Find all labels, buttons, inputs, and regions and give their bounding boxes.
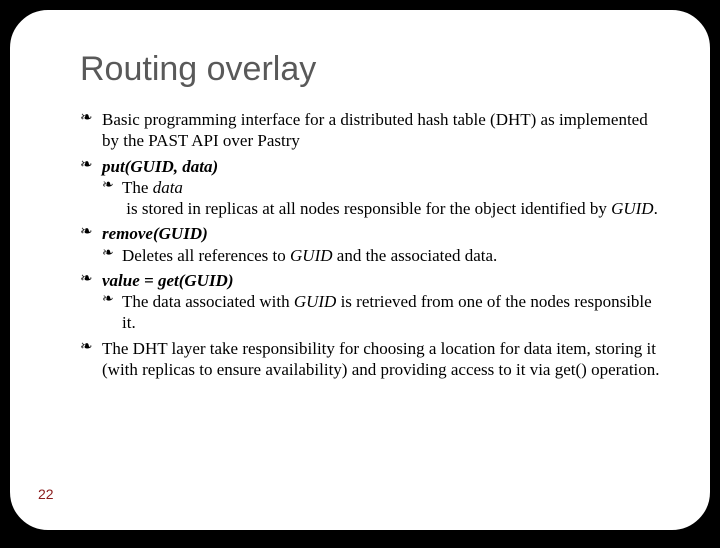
bullet-put: put(GUID, data) The data is stored in re… [80,156,660,220]
bullet-dht-layer: The DHT layer take responsibility for ch… [80,338,660,381]
text: and the associated data. [333,246,498,265]
text: The DHT layer take responsibility for ch… [102,339,660,379]
api-put: put(GUID, data) [102,157,218,176]
slide-body: Basic programming interface for a distri… [80,109,660,380]
slide-frame: Routing overlay Basic programming interf… [8,8,712,532]
slide-title: Routing overlay [80,50,660,89]
api-remove: remove(GUID) [102,224,208,243]
api-get: value = get(GUID) [102,271,234,290]
text: Basic programming interface for a distri… [102,110,648,150]
term-data: data [153,178,183,197]
term-guid: GUID [290,246,333,265]
bullet-remove-desc: Deletes all references to GUID and the a… [102,245,660,266]
text: is stored in replicas at all nodes respo… [122,199,611,218]
bullet-put-desc: The data is stored in replicas at all no… [102,177,660,220]
text: . [654,199,658,218]
term-guid: GUID [611,199,654,218]
text: The [122,178,153,197]
page-number: 22 [38,486,54,502]
text: Deletes all references to [122,246,290,265]
text: The data associated with [122,292,294,311]
bullet-get-desc: The data associated with GUID is retriev… [102,291,660,334]
bullet-intro: Basic programming interface for a distri… [80,109,660,152]
bullet-get: value = get(GUID) The data associated wi… [80,270,660,334]
term-guid: GUID [294,292,337,311]
bullet-remove: remove(GUID) Deletes all references to G… [80,223,660,266]
